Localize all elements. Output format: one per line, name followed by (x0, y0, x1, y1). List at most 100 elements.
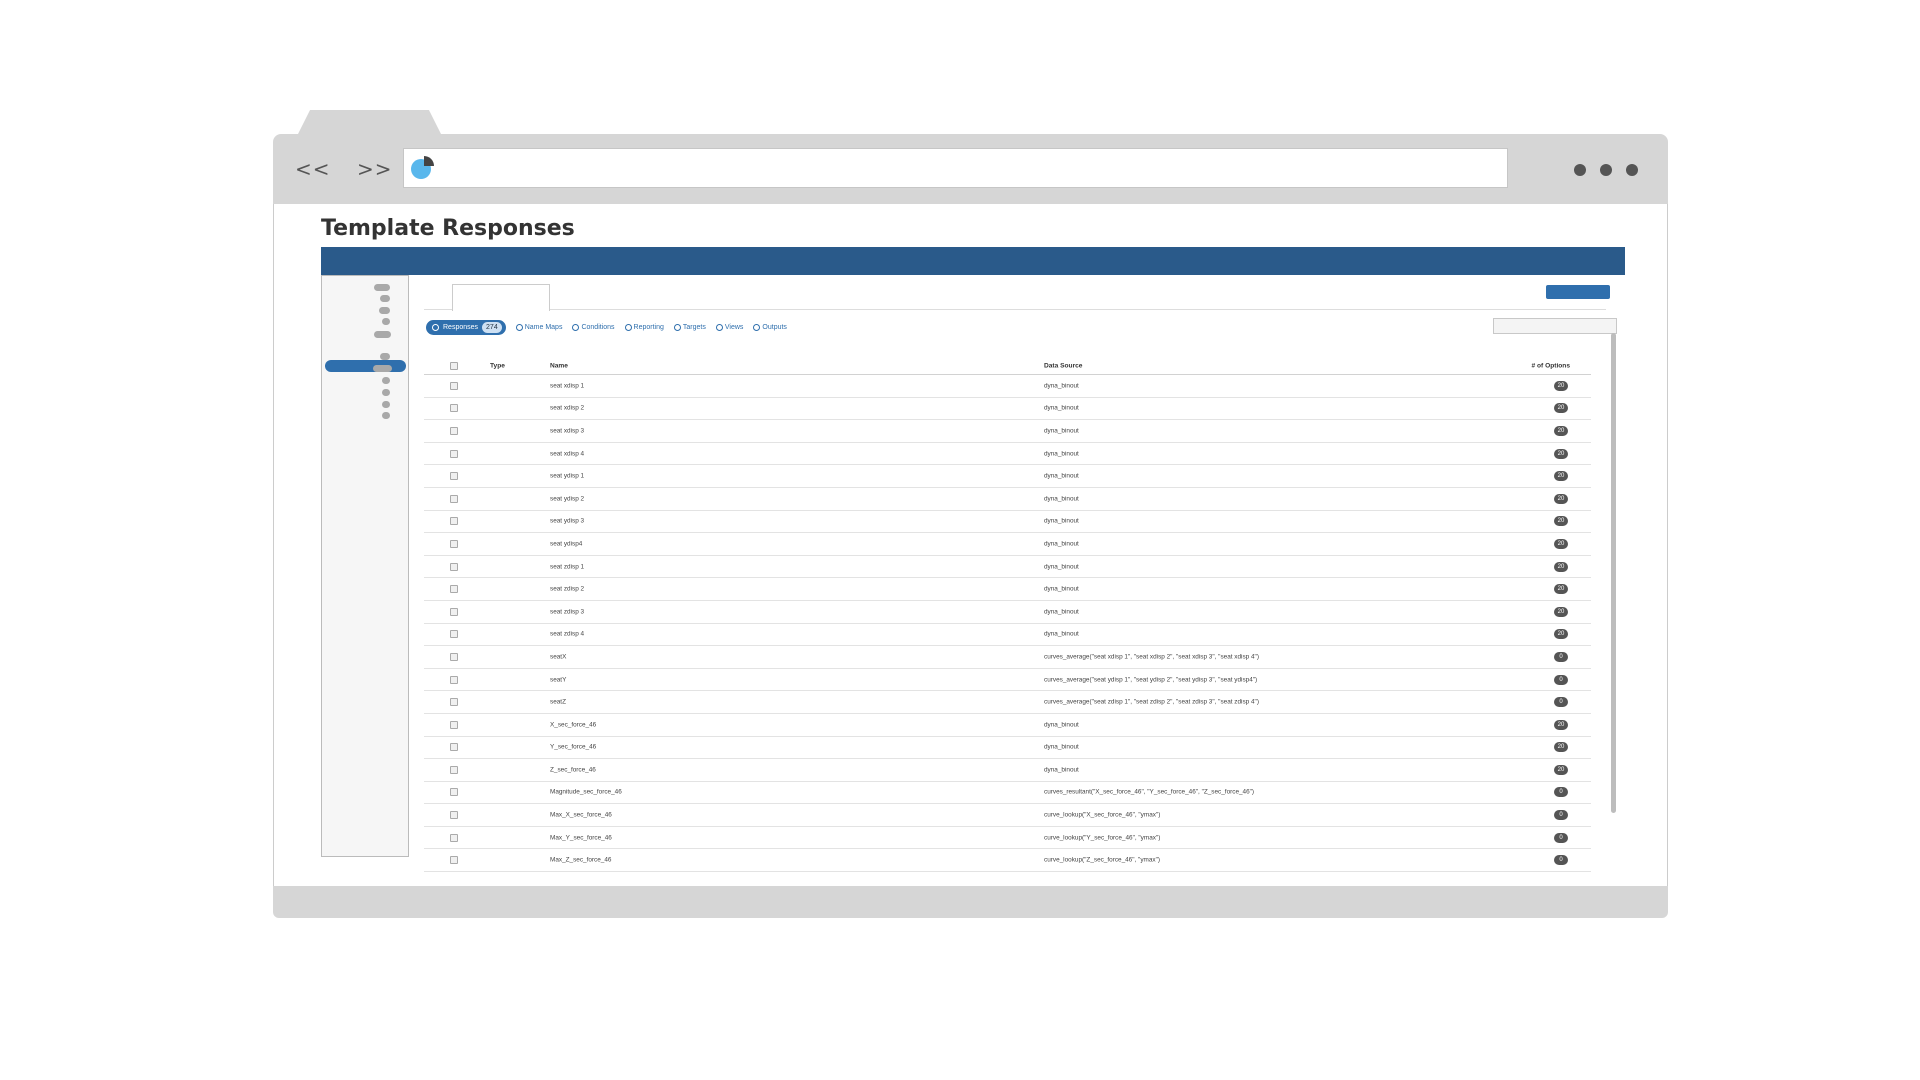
options-count-badge: 0 (1554, 832, 1568, 843)
table-row[interactable]: seat ydisp4 dyna_binout 20 (424, 533, 1591, 556)
options-count-badge: 0 (1554, 810, 1568, 821)
sidebar-item[interactable] (374, 284, 390, 291)
filter-link-outputs[interactable]: Outputs (753, 324, 787, 331)
row-checkbox[interactable] (450, 494, 458, 503)
header-banner (321, 247, 1625, 275)
filter-link-name-maps[interactable]: Name Maps (515, 324, 563, 331)
row-name: seat zdisp 2 (550, 585, 585, 593)
search-input[interactable] (1493, 318, 1617, 334)
row-checkbox[interactable] (450, 585, 458, 594)
row-data-source: dyna_binout (1044, 450, 1079, 458)
row-checkbox[interactable] (450, 449, 458, 458)
sidebar-item[interactable] (374, 331, 391, 338)
table-row[interactable]: Y_sec_force_46 dyna_binout 20 (424, 737, 1591, 760)
row-checkbox[interactable] (450, 743, 458, 752)
circle-icon (673, 324, 681, 331)
row-checkbox[interactable] (450, 675, 458, 684)
column-header-type[interactable]: Type (490, 363, 505, 370)
filter-link-views[interactable]: Views (715, 324, 743, 331)
responses-filter-button[interactable]: Responses 274 (426, 320, 506, 335)
row-data-source: dyna_binout (1044, 766, 1079, 774)
tab-active[interactable] (452, 284, 550, 311)
table-row[interactable]: X_sec_force_46 dyna_binout 20 (424, 714, 1591, 737)
table-row[interactable]: seat xdisp 4 dyna_binout 20 (424, 443, 1591, 466)
filter-link-label: Name Maps (524, 324, 563, 331)
row-checkbox[interactable] (450, 539, 458, 548)
table-row[interactable]: seat xdisp 2 dyna_binout 20 (424, 398, 1591, 421)
row-checkbox[interactable] (450, 833, 458, 842)
sidebar-item[interactable] (382, 389, 390, 396)
row-checkbox[interactable] (450, 856, 458, 865)
sidebar-item[interactable] (379, 307, 390, 314)
table-row[interactable]: Max_Y_sec_force_46 curve_lookup("Y_sec_fo… (424, 827, 1591, 850)
row-data-source: dyna_binout (1044, 585, 1079, 593)
sidebar-item[interactable] (382, 318, 390, 325)
sidebar-item[interactable] (373, 365, 392, 372)
options-count-badge: 20 (1554, 380, 1568, 391)
column-header-name[interactable]: Name (550, 363, 568, 370)
table-row[interactable]: seat xdisp 3 dyna_binout 20 (424, 420, 1591, 443)
row-checkbox[interactable] (450, 426, 458, 435)
table-row[interactable]: seat ydisp 1 dyna_binout 20 (424, 465, 1591, 488)
table-row[interactable]: seatX curves_average("seat xdisp 1", "sea… (424, 646, 1591, 669)
filter-link-conditions[interactable]: Conditions (572, 324, 615, 331)
options-count-badge: 20 (1554, 629, 1568, 640)
row-checkbox[interactable] (450, 630, 458, 639)
table-row[interactable]: seatZ curves_average("seat zdisp 1", "sea… (424, 691, 1591, 714)
filter-bar: Responses 274 Name Maps Conditions Repor… (426, 320, 787, 335)
row-checkbox[interactable] (450, 788, 458, 797)
row-checkbox[interactable] (450, 517, 458, 526)
row-checkbox[interactable] (450, 811, 458, 820)
column-header-data-source[interactable]: Data Source (1044, 363, 1082, 370)
primary-action-button[interactable] (1546, 285, 1610, 299)
column-header-options[interactable]: # of Options (1530, 363, 1570, 370)
browser-tab[interactable] (297, 110, 442, 136)
sidebar-item[interactable] (380, 295, 390, 302)
row-name: seat xdisp 4 (550, 450, 585, 458)
filter-link-targets[interactable]: Targets (673, 324, 706, 331)
table-row[interactable]: Z_sec_force_46 dyna_binout 20 (424, 759, 1591, 782)
row-name: Max_Y_sec_force_46 (550, 834, 612, 842)
forward-icon[interactable]: >> (357, 157, 393, 181)
row-checkbox[interactable] (450, 607, 458, 616)
table-row[interactable]: Magnitude_sec_force_46 curves_resultant("… (424, 782, 1591, 805)
select-all-checkbox[interactable] (450, 362, 458, 370)
address-bar[interactable] (403, 148, 1508, 188)
row-checkbox[interactable] (450, 404, 458, 413)
sidebar-item[interactable] (382, 377, 390, 384)
circle-icon (715, 324, 723, 331)
row-name: Max_Z_sec_force_46 (550, 856, 612, 864)
circle-icon (572, 324, 580, 331)
table-row[interactable]: seat xdisp 1 dyna_binout 20 (424, 375, 1591, 398)
three-dots-icon[interactable] (1574, 164, 1638, 176)
table-row[interactable]: Max_X_sec_force_46 curve_lookup("X_sec_fo… (424, 804, 1591, 827)
row-name: X_sec_force_46 (550, 721, 597, 729)
table-row[interactable]: seat zdisp 4 dyna_binout 20 (424, 624, 1591, 647)
row-checkbox[interactable] (450, 720, 458, 729)
sidebar-item[interactable] (382, 412, 390, 419)
row-checkbox[interactable] (450, 381, 458, 390)
sidebar-item[interactable] (380, 353, 390, 360)
main-content: Responses 274 Name Maps Conditions Repor… (424, 275, 1624, 875)
row-checkbox[interactable] (450, 562, 458, 571)
row-checkbox[interactable] (450, 698, 458, 707)
table-row[interactable]: seatY curves_average("seat ydisp 1", "sea… (424, 669, 1591, 692)
options-count-badge: 20 (1554, 742, 1568, 753)
row-checkbox[interactable] (450, 652, 458, 661)
sidebar-item-active[interactable] (325, 360, 406, 372)
filter-link-reporting[interactable]: Reporting (624, 324, 664, 331)
circle-icon (515, 324, 523, 331)
options-count-badge: 20 (1554, 538, 1568, 549)
scrollbar[interactable] (1611, 333, 1616, 813)
table-row[interactable]: seat zdisp 2 dyna_binout 20 (424, 578, 1591, 601)
sidebar-item[interactable] (382, 401, 390, 408)
table-row[interactable]: seat zdisp 3 dyna_binout 20 (424, 601, 1591, 624)
table-row[interactable]: seat ydisp 2 dyna_binout 20 (424, 488, 1591, 511)
row-data-source: curve_lookup("X_sec_force_46", "ymax") (1044, 811, 1161, 819)
table-row[interactable]: Max_Z_sec_force_46 curve_lookup("Z_sec_fo… (424, 849, 1591, 873)
row-checkbox[interactable] (450, 472, 458, 481)
table-row[interactable]: seat ydisp 3 dyna_binout 20 (424, 511, 1591, 534)
row-checkbox[interactable] (450, 765, 458, 774)
table-row[interactable]: seat zdisp 1 dyna_binout 20 (424, 556, 1591, 579)
back-icon[interactable]: << (295, 157, 331, 181)
